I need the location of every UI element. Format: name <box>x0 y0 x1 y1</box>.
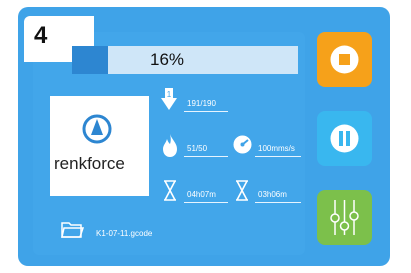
speed-value: 100mms/s <box>258 144 295 153</box>
folder-icon[interactable] <box>60 220 85 240</box>
temperature-underline <box>184 156 228 157</box>
speed-gauge-icon <box>233 135 252 154</box>
stop-button[interactable] <box>317 32 372 87</box>
file-name[interactable]: K1-07-11.gcode <box>96 229 152 238</box>
pause-icon <box>330 124 359 153</box>
remaining-time: 03h06m <box>258 190 287 199</box>
layer-value: 191/190 <box>187 99 216 108</box>
brand-name: renkforce <box>54 154 125 173</box>
layer-down-icon: 1 <box>161 88 177 110</box>
flame-icon <box>163 134 177 157</box>
stop-icon <box>330 45 359 74</box>
progress-fill <box>72 46 109 74</box>
settings-button[interactable] <box>317 190 372 245</box>
hourglass-icon <box>164 180 176 201</box>
speed-underline <box>255 156 301 157</box>
job-number: 4 <box>34 22 48 49</box>
progress-percent: 16% <box>150 50 185 69</box>
remaining-underline <box>255 202 301 203</box>
progress-bar <box>72 46 298 74</box>
elapsed-time: 04h07m <box>187 190 216 199</box>
svg-text:1: 1 <box>167 90 172 99</box>
layer-underline <box>184 111 228 112</box>
elapsed-underline <box>184 202 228 203</box>
brand-emblem-icon <box>82 114 112 144</box>
temperature-value: 51/50 <box>187 144 208 153</box>
sliders-icon <box>330 200 359 235</box>
pause-button[interactable] <box>317 111 372 166</box>
brand-logo: renkforce <box>50 96 149 196</box>
hourglass-icon <box>236 180 248 201</box>
